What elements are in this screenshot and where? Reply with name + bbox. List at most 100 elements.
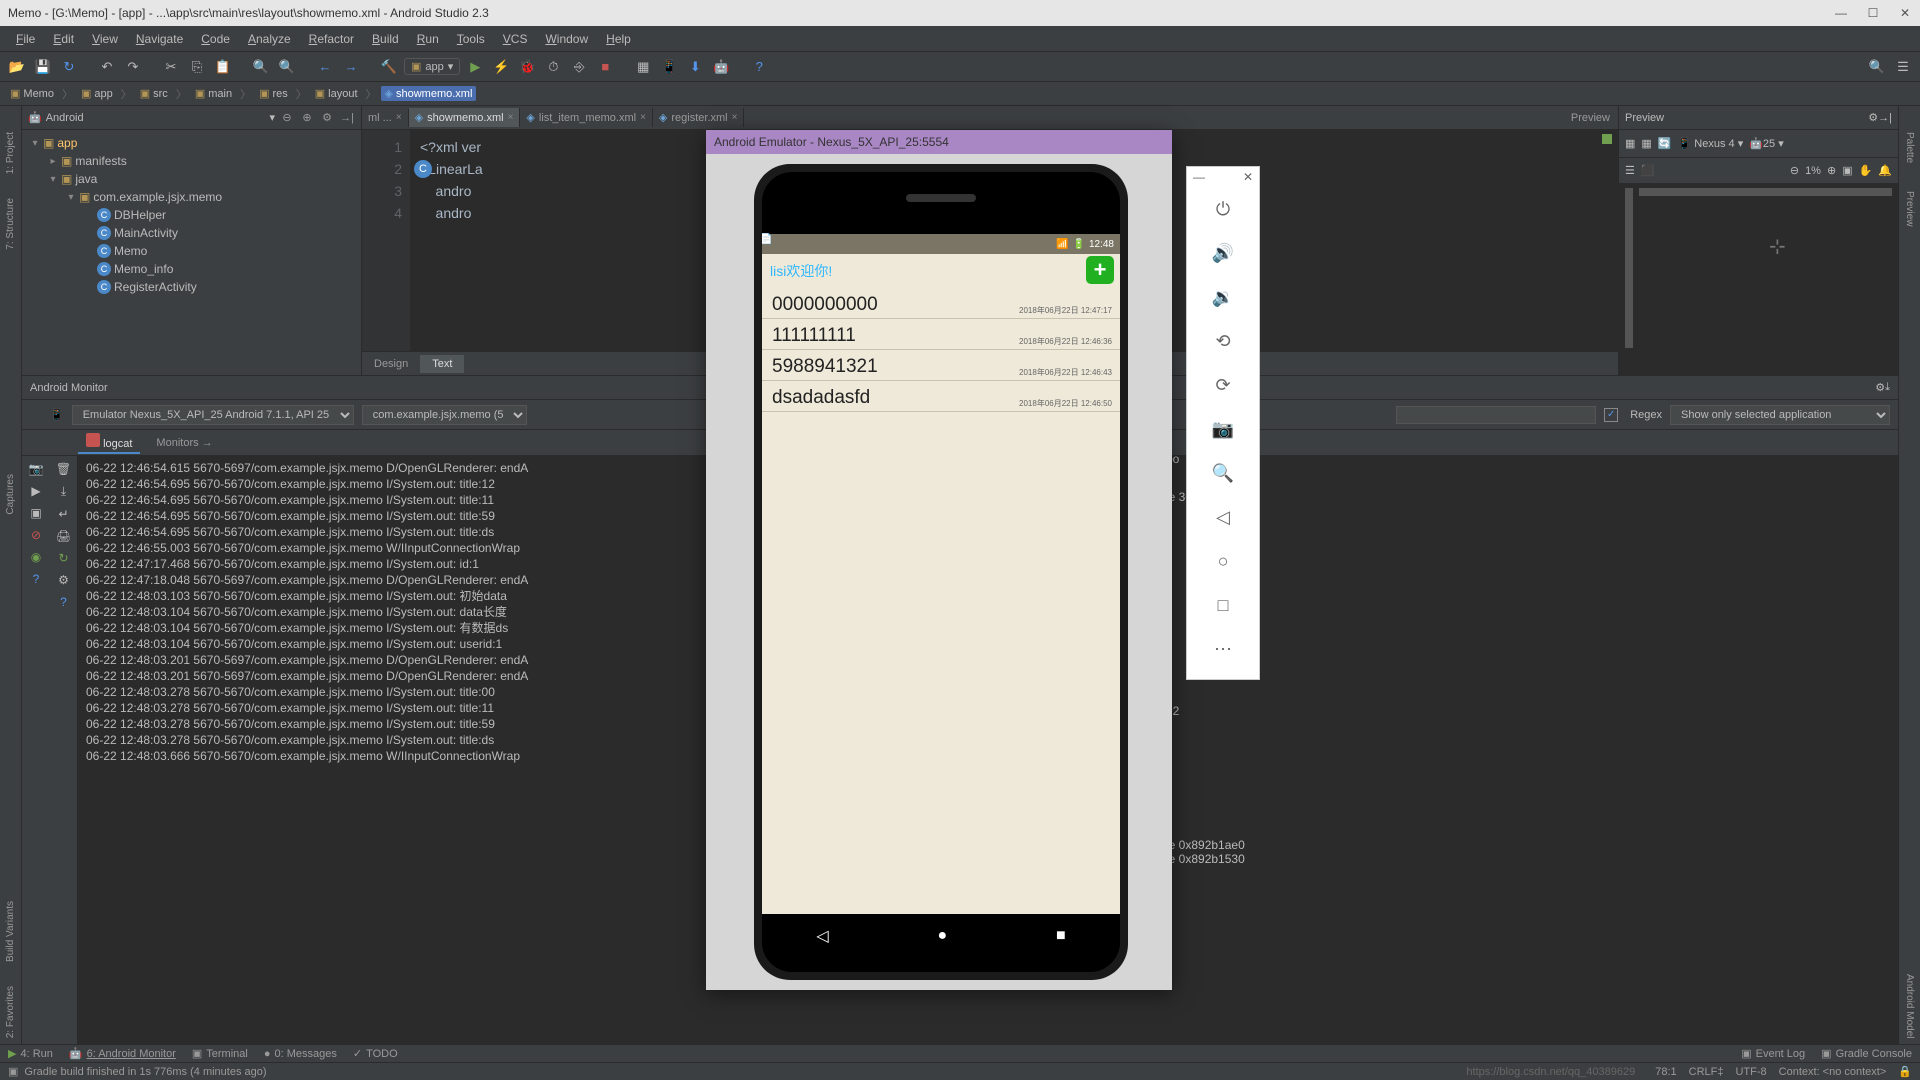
help-icon[interactable]: ? <box>60 595 67 609</box>
gear-icon[interactable]: ⚙ <box>319 111 335 124</box>
stop-icon[interactable]: ■ <box>594 56 616 78</box>
process-selector[interactable]: com.example.jsjx.memo (5 <box>362 405 527 425</box>
rotate-right-button[interactable]: ⟳ <box>1187 363 1259 407</box>
memo-item[interactable]: 1111111112018年06月22日 12:46:36 <box>762 319 1120 350</box>
line-sep[interactable]: CRLF‡ <box>1689 1066 1724 1078</box>
sdk-icon[interactable]: ⬇ <box>684 56 706 78</box>
tab-monitors[interactable]: Monitors → <box>148 435 220 451</box>
volume-up-button[interactable]: 🔊 <box>1187 231 1259 275</box>
project-tree[interactable]: ▾▣app▸▣manifests▾▣java▾▣com.example.jsjx… <box>22 130 361 375</box>
project-view-selector[interactable]: Android <box>46 112 266 124</box>
avd-icon[interactable]: 📱 <box>658 56 680 78</box>
run-icon[interactable]: ▶ <box>464 56 486 78</box>
encoding[interactable]: UTF-8 <box>1735 1066 1766 1078</box>
tool-Gradle Console[interactable]: ▣Gradle Console <box>1821 1047 1912 1060</box>
fit-icon[interactable]: ▣ <box>1842 164 1852 177</box>
make-icon[interactable]: 🔨 <box>378 56 400 78</box>
zoom-out-icon[interactable]: ⊖ <box>1790 164 1799 177</box>
emulator-controls[interactable]: — ✕ ⏻ 🔊 🔉 ⟲ ⟳ 📷 🔍 ◁ ○ □ ⋯ <box>1186 166 1260 680</box>
crumb-layout[interactable]: ▣layout <box>311 86 362 101</box>
system-icon[interactable]: ▣ <box>30 506 41 520</box>
tool-Terminal[interactable]: ▣Terminal <box>192 1047 248 1060</box>
editor-tab[interactable]: ◈register.xml× <box>653 108 745 127</box>
android-icon[interactable]: 🤖 <box>710 56 732 78</box>
log-filter-selector[interactable]: Show only selected application <box>1670 405 1890 425</box>
menu-run[interactable]: Run <box>409 29 447 49</box>
restart-icon[interactable]: ↻ <box>58 551 68 565</box>
layout-icon[interactable]: ▦ <box>632 56 654 78</box>
gear-icon[interactable]: ⚙ <box>1875 381 1885 394</box>
camera-button[interactable]: 📷 <box>1187 407 1259 451</box>
copy-icon[interactable]: ⎘ <box>186 56 208 78</box>
clear-icon[interactable]: 🗑 <box>56 462 71 476</box>
collapse-icon[interactable]: ⊖ <box>279 111 295 124</box>
overview-button[interactable]: □ <box>1187 583 1259 627</box>
menu-icon[interactable]: ☰ <box>1892 56 1914 78</box>
tree-item-java[interactable]: ▾▣java <box>22 170 361 188</box>
maximize-icon[interactable]: ☐ <box>1866 6 1880 20</box>
blueprint-icon[interactable]: ▦ <box>1641 137 1651 150</box>
open-icon[interactable]: 📂 <box>6 56 28 78</box>
preview-canvas[interactable]: ⊹ <box>1619 184 1898 375</box>
android-model-button[interactable]: Android Model <box>1904 968 1915 1044</box>
orientation-icon[interactable]: 🔄 <box>1658 137 1672 150</box>
tool-6: Android Monitor[interactable]: 🤖6: Android Monitor <box>69 1047 176 1060</box>
hide-icon[interactable]: →| <box>1878 112 1892 124</box>
crumb-main[interactable]: ▣main <box>191 86 236 101</box>
memo-item[interactable]: 59889413212018年06月22日 12:46:43 <box>762 350 1120 381</box>
help-icon[interactable]: ? <box>748 56 770 78</box>
help-icon[interactable]: ? <box>33 572 40 586</box>
design-icon[interactable]: ▦ <box>1625 137 1635 150</box>
recent-button[interactable]: ■ <box>1056 927 1066 945</box>
undo-icon[interactable]: ↶ <box>96 56 118 78</box>
back-button[interactable]: ◁ <box>816 926 828 946</box>
menu-file[interactable]: File <box>8 29 43 49</box>
preview-tool-button[interactable]: Preview <box>1904 185 1915 233</box>
device-selector[interactable]: 📱 Nexus 4 ▾ <box>1678 137 1744 150</box>
attach-icon[interactable]: ⎆ <box>568 56 590 78</box>
search-everywhere-icon[interactable]: 🔍 <box>1866 56 1888 78</box>
menu-refactor[interactable]: Refactor <box>301 29 362 49</box>
find-icon[interactable]: 🔍 <box>250 56 272 78</box>
screenshot-icon[interactable]: 📷 <box>29 462 44 476</box>
build-variants-button[interactable]: Build Variants <box>5 895 16 968</box>
menu-build[interactable]: Build <box>364 29 407 49</box>
tool-4: Run[interactable]: ▶4: Run <box>8 1047 53 1060</box>
back-icon[interactable]: ← <box>314 56 336 78</box>
view-icon[interactable]: ☰ <box>1625 164 1635 177</box>
hide-icon[interactable]: →| <box>339 112 355 124</box>
structure-tool-button[interactable]: 7: Structure <box>5 192 16 256</box>
tree-item-Memo_info[interactable]: CMemo_info <box>22 260 361 278</box>
layout-inspector-icon[interactable]: ◉ <box>31 550 41 564</box>
regex-checkbox[interactable]: ✓ <box>1604 408 1618 422</box>
context[interactable]: Context: <no context> <box>1779 1066 1887 1078</box>
menu-help[interactable]: Help <box>598 29 639 49</box>
gear-icon[interactable]: ⚙ <box>1868 111 1878 124</box>
theme-icon[interactable]: ⬛ <box>1641 164 1655 177</box>
minimize-icon[interactable]: — <box>1834 6 1848 20</box>
tab-design[interactable]: Design <box>362 355 420 373</box>
lock-icon[interactable]: 🔒 <box>1898 1065 1912 1078</box>
hide-icon[interactable]: ⤓ <box>1885 381 1890 394</box>
memo-list[interactable]: 00000000002018年06月22日 12:47:171111111112… <box>762 288 1120 412</box>
pan-icon[interactable]: ✋ <box>1859 164 1873 177</box>
tab-logcat[interactable]: logcat <box>78 431 140 454</box>
rotate-left-button[interactable]: ⟲ <box>1187 319 1259 363</box>
tool-TODO[interactable]: ✓TODO <box>353 1047 398 1060</box>
tree-item-com.example.jsjx.memo[interactable]: ▾▣com.example.jsjx.memo <box>22 188 361 206</box>
soft-wrap-icon[interactable]: ↵ <box>58 507 68 521</box>
print-icon[interactable]: 🖨 <box>56 529 71 543</box>
tree-item-MainActivity[interactable]: CMainActivity <box>22 224 361 242</box>
api-selector[interactable]: 🤖25 ▾ <box>1749 137 1784 150</box>
tree-item-app[interactable]: ▾▣app <box>22 134 361 152</box>
crumb-src[interactable]: ▣src <box>136 86 172 101</box>
warnings-icon[interactable]: 🔔 <box>1878 164 1892 177</box>
crumb-showmemo.xml[interactable]: ◈showmemo.xml <box>381 86 477 101</box>
crumb-app[interactable]: ▣app <box>77 86 117 101</box>
tree-item-manifests[interactable]: ▸▣manifests <box>22 152 361 170</box>
phone-screen[interactable]: 📶 🔋 12:48 📄 lisi欢迎你! + 00000000002018年06… <box>762 234 1120 914</box>
profile-icon[interactable]: ⏱ <box>542 56 564 78</box>
paste-icon[interactable]: 📋 <box>212 56 234 78</box>
favorites-button[interactable]: 2: Favorites <box>5 980 16 1044</box>
tree-item-RegisterActivity[interactable]: CRegisterActivity <box>22 278 361 296</box>
